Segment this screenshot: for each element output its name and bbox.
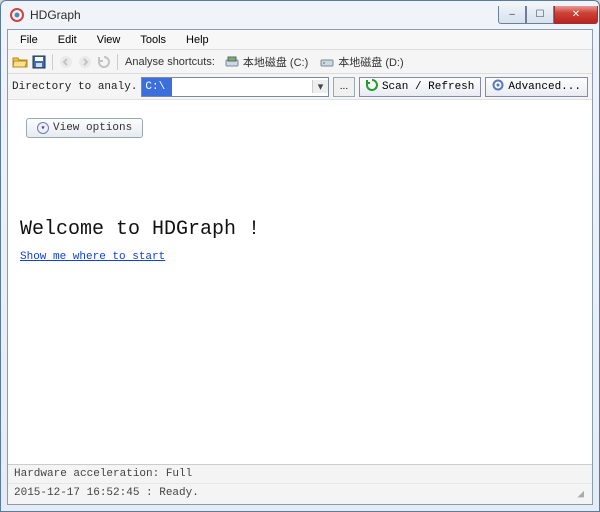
- scan-refresh-button[interactable]: Scan / Refresh: [359, 77, 481, 97]
- window-title: HDGraph: [30, 8, 498, 22]
- view-options-button[interactable]: ▾ View options: [26, 118, 143, 138]
- back-icon: [58, 54, 74, 70]
- welcome-heading: Welcome to HDGraph !: [20, 218, 580, 241]
- drive-icon: [224, 54, 240, 70]
- titlebar[interactable]: HDGraph – ☐ ✕: [1, 1, 599, 29]
- menu-help[interactable]: Help: [176, 32, 219, 48]
- app-icon: [9, 7, 25, 23]
- gear-icon: [492, 79, 504, 95]
- shortcut-drive-d-label: 本地磁盘 (D:): [338, 54, 403, 70]
- hardware-accel-status: Hardware acceleration: Full: [8, 465, 592, 484]
- directory-value[interactable]: C:\: [142, 78, 172, 96]
- toolbar-separator: [117, 54, 118, 70]
- client-area: File Edit View Tools Help Anal: [7, 29, 593, 505]
- menubar: File Edit View Tools Help: [8, 30, 592, 50]
- toolbar-separator: [52, 54, 53, 70]
- open-folder-icon[interactable]: [12, 54, 28, 70]
- window-controls: – ☐ ✕: [498, 6, 598, 24]
- ready-status: 2015-12-17 16:52:45 : Ready.: [14, 487, 199, 501]
- maximize-button[interactable]: ☐: [526, 6, 554, 24]
- forward-icon: [77, 54, 93, 70]
- chevron-down-icon: ▾: [37, 122, 49, 134]
- drive-icon: [319, 54, 335, 70]
- menu-tools[interactable]: Tools: [130, 32, 176, 48]
- pathbar: Directory to analy. C:\ ▾ ... Scan / Ref…: [8, 74, 592, 100]
- shortcut-drive-c-label: 本地磁盘 (C:): [243, 54, 308, 70]
- advanced-button[interactable]: Advanced...: [485, 77, 588, 97]
- refresh-green-icon: [366, 79, 378, 95]
- start-link[interactable]: Show me where to start: [20, 251, 165, 263]
- browse-button[interactable]: ...: [333, 77, 355, 97]
- menu-view[interactable]: View: [87, 32, 131, 48]
- browse-label: ...: [340, 81, 348, 92]
- directory-label: Directory to analy.: [12, 81, 137, 93]
- view-options-label: View options: [53, 122, 132, 134]
- refresh-icon: [96, 54, 112, 70]
- window-frame: HDGraph – ☐ ✕ File Edit View Tools Help: [0, 0, 600, 512]
- close-button[interactable]: ✕: [554, 6, 598, 24]
- shortcut-drive-d[interactable]: 本地磁盘 (D:): [315, 54, 407, 70]
- statusbar: Hardware acceleration: Full 2015-12-17 1…: [8, 464, 592, 504]
- toolbar: Analyse shortcuts: 本地磁盘 (C:) 本地磁盘 (D:): [8, 50, 592, 74]
- shortcut-drive-c[interactable]: 本地磁盘 (C:): [220, 54, 312, 70]
- minimize-button[interactable]: –: [498, 6, 526, 24]
- directory-combo[interactable]: C:\ ▾: [141, 77, 329, 97]
- save-icon[interactable]: [31, 54, 47, 70]
- analyse-shortcuts-label: Analyse shortcuts:: [125, 56, 215, 68]
- menu-file[interactable]: File: [10, 32, 48, 48]
- chevron-down-icon[interactable]: ▾: [312, 80, 328, 93]
- menu-edit[interactable]: Edit: [48, 32, 87, 48]
- resize-grip[interactable]: ◢: [577, 487, 586, 501]
- advanced-label: Advanced...: [508, 81, 581, 93]
- body-area: ▾ View options Welcome to HDGraph ! Show…: [8, 100, 592, 464]
- scan-label: Scan / Refresh: [382, 81, 474, 93]
